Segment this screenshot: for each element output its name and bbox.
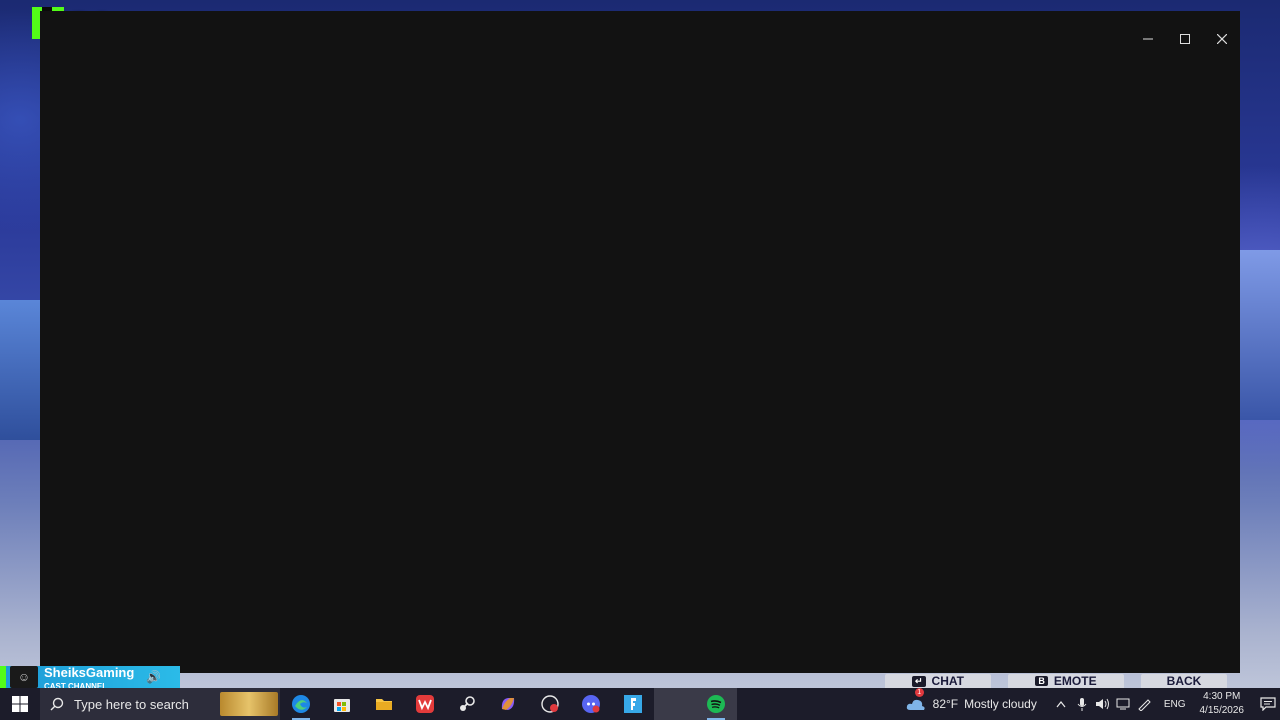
system-tray: 1 82°F Mostly cloudy ENG 4:30 PM 4/15/20… — [905, 688, 1280, 720]
minimize-icon — [1142, 38, 1153, 40]
chat-button[interactable]: ↵ CHAT — [885, 674, 991, 688]
close-button[interactable] — [1203, 25, 1240, 53]
taskbar-app-copilot[interactable] — [488, 688, 530, 720]
taskbar-app-recorder[interactable] — [529, 688, 571, 720]
cloud-icon — [906, 699, 925, 710]
background-ice-left — [0, 300, 40, 440]
clock[interactable]: 4:30 PM 4/15/2026 — [1200, 690, 1245, 718]
game-hud-strip: ☺ SheiksGaming CAST CHANNEL 🔊 ↵ CHAT B E… — [0, 664, 1280, 691]
store-icon — [334, 699, 351, 712]
taskbar-search[interactable]: Type here to search — [40, 688, 280, 720]
taskbar-app-store[interactable] — [322, 688, 364, 720]
search-icon — [50, 697, 64, 711]
taskbar-app-explorer[interactable] — [363, 688, 405, 720]
discord-icon — [582, 695, 601, 713]
steam-icon — [459, 696, 475, 711]
microphone-button[interactable] — [1072, 697, 1092, 711]
notification-button[interactable] — [1256, 697, 1280, 711]
minimize-button[interactable] — [1129, 25, 1166, 53]
network-button[interactable] — [1114, 697, 1134, 711]
microphone-icon — [1077, 698, 1087, 711]
clock-date: 4/15/2026 — [1199, 705, 1245, 716]
emote-button[interactable]: B EMOTE — [1008, 674, 1124, 688]
clock-time: 4:30 PM — [1203, 691, 1241, 702]
start-button[interactable] — [0, 688, 40, 720]
show-hidden-icons-button[interactable] — [1051, 700, 1071, 708]
taskbar-app-spotify[interactable] — [695, 688, 737, 720]
background-ice-right — [1240, 250, 1280, 420]
notification-icon — [1260, 697, 1276, 711]
maximize-button[interactable] — [1166, 25, 1203, 53]
pen-icon — [1138, 699, 1152, 711]
windows-logo-icon — [12, 696, 28, 712]
file-explorer-icon — [375, 699, 392, 710]
chevron-up-icon — [1056, 701, 1066, 708]
app-window — [40, 11, 1240, 673]
recorder-icon — [541, 695, 559, 713]
taskbar: Type here to search 1 82°F Mostly cloudy… — [0, 688, 1280, 720]
taskbar-app-fortnite[interactable] — [612, 688, 654, 720]
avatar: ☺ — [10, 666, 38, 688]
back-button[interactable]: BACK — [1141, 674, 1227, 688]
speaker-icon: 🔊 — [146, 670, 162, 684]
weather-widget[interactable]: 1 82°F Mostly cloudy — [905, 688, 1037, 712]
wps-icon — [416, 695, 435, 713]
taskbar-app-blank[interactable] — [653, 688, 695, 720]
taskbar-app-edge[interactable] — [280, 688, 322, 720]
taskbar-apps — [280, 688, 737, 720]
streamer-text: SheiksGaming CAST CHANNEL — [44, 664, 134, 691]
volume-icon — [1096, 698, 1110, 710]
edge-icon — [291, 695, 310, 713]
close-icon — [1216, 34, 1227, 44]
spotify-icon — [706, 695, 725, 713]
streamer-name: SheiksGaming — [44, 664, 135, 680]
search-highlight-art — [220, 692, 278, 716]
back-label: BACK — [1166, 674, 1202, 688]
window-controls — [1129, 25, 1240, 53]
weather-alert-badge: 1 — [914, 688, 924, 697]
taskbar-app-steam[interactable] — [446, 688, 488, 720]
volume-button[interactable] — [1093, 697, 1113, 711]
network-icon — [1116, 698, 1130, 710]
weather-temp: 82°F — [932, 697, 959, 711]
chat-key: ↵ — [912, 675, 926, 687]
emote-key: B — [1035, 676, 1048, 686]
search-placeholder: Type here to search — [74, 696, 189, 712]
chat-label: CHAT — [931, 674, 964, 688]
copilot-icon — [502, 698, 515, 710]
taskbar-app-discord[interactable] — [571, 688, 613, 720]
emote-label: EMOTE — [1053, 674, 1097, 688]
streamer-accent — [0, 666, 6, 688]
fortnite-icon — [623, 695, 642, 713]
weather-text: Mostly cloudy — [964, 697, 1037, 711]
taskbar-app-wps[interactable] — [405, 688, 447, 720]
streamer-card: ☺ SheiksGaming CAST CHANNEL 🔊 — [0, 664, 180, 691]
language-indicator[interactable]: ENG — [1164, 699, 1186, 710]
maximize-icon — [1179, 34, 1190, 44]
pen-button[interactable] — [1135, 697, 1155, 711]
